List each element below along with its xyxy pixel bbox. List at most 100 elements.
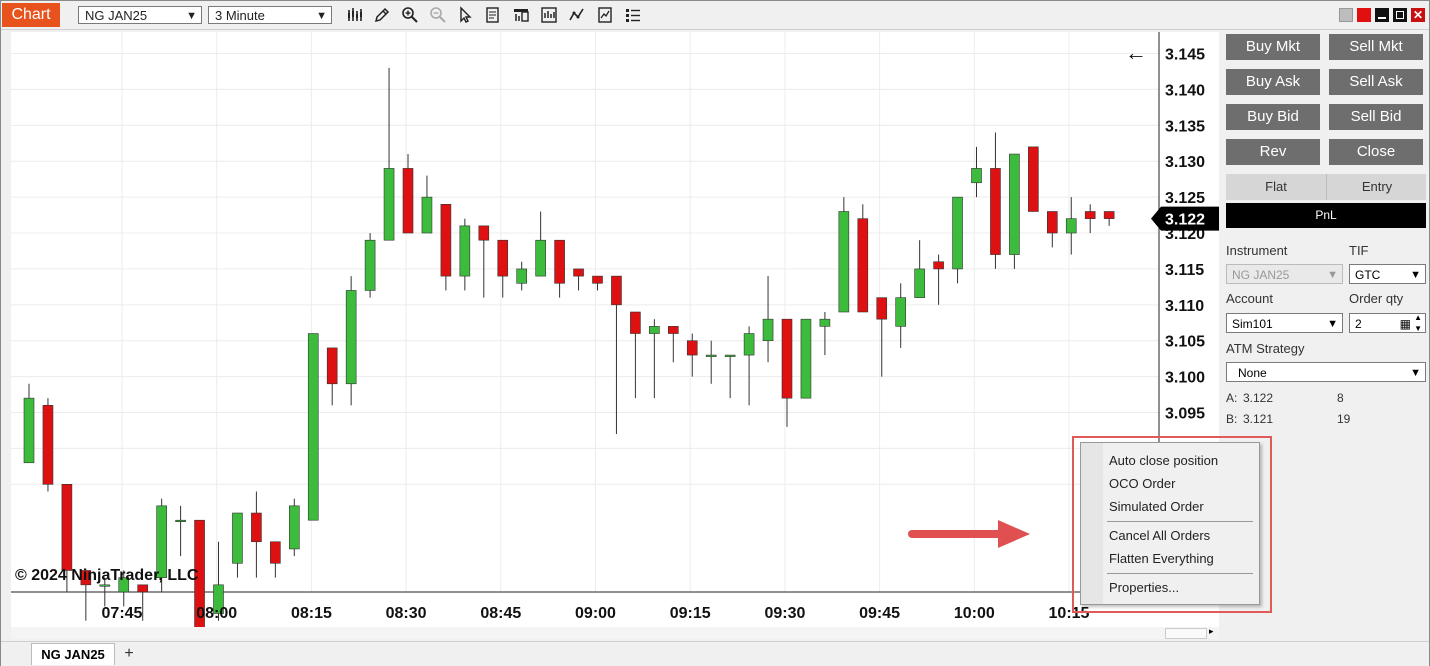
position-status: Flat xyxy=(1265,179,1287,194)
ask-price: 3.122 xyxy=(1243,391,1274,405)
last-price-label: 3.122 xyxy=(1165,212,1205,229)
candle-body xyxy=(1009,153,1020,255)
add-tab-button[interactable]: + xyxy=(119,643,139,665)
minimize-button[interactable] xyxy=(1375,8,1389,22)
chevron-down-icon: ▼ xyxy=(316,10,327,22)
candle-body xyxy=(137,584,148,593)
price-chart[interactable]: 3.1453.1403.1353.1303.1253.1203.1153.110… xyxy=(11,32,1219,627)
context-menu: Auto close position OCO Order Simulated … xyxy=(1080,442,1260,605)
close-button[interactable]: ✕ xyxy=(1411,8,1425,22)
candle-body xyxy=(402,168,414,234)
menu-item-properties[interactable]: Properties... xyxy=(1109,580,1179,595)
interval-select-value: 3 Minute xyxy=(215,8,265,23)
candle-body xyxy=(270,541,281,564)
candle-body xyxy=(459,225,471,277)
time-axis-label: 09:30 xyxy=(764,605,805,622)
panel-instrument-select[interactable]: NG JAN25 ▼ xyxy=(1226,264,1343,284)
candle-body xyxy=(364,239,376,291)
bid-price: 3.121 xyxy=(1243,412,1274,426)
atm-strategy-value: None xyxy=(1238,366,1267,380)
time-axis-label: 09:45 xyxy=(859,605,900,622)
instrument-link-button[interactable] xyxy=(1357,8,1371,22)
bid-label: B: xyxy=(1226,412,1238,426)
sell-bid-button[interactable]: Sell Bid xyxy=(1329,104,1423,130)
menu-separator xyxy=(1107,521,1253,522)
zoom-in-icon[interactable] xyxy=(401,6,419,24)
time-axis-label: 07:45 xyxy=(102,605,143,622)
menu-item-cancel-all-orders[interactable]: Cancel All Orders xyxy=(1109,528,1210,543)
menu-item-oco-order[interactable]: OCO Order xyxy=(1109,476,1175,491)
price-axis-label: 3.105 xyxy=(1165,334,1205,351)
templates-icon[interactable] xyxy=(596,6,614,24)
zoom-out-icon[interactable] xyxy=(429,6,447,24)
candle-body xyxy=(743,333,755,356)
menu-item-flatten-everything[interactable]: Flatten Everything xyxy=(1109,551,1214,566)
time-axis-label: 09:00 xyxy=(575,605,616,622)
position-row: Flat Entry xyxy=(1226,174,1426,200)
price-axis-label: 3.140 xyxy=(1165,82,1205,99)
candle-body xyxy=(933,261,944,270)
chart-title-tab[interactable]: Chart xyxy=(2,3,60,27)
time-axis-label: 09:15 xyxy=(670,605,711,622)
interval-select[interactable]: 3 Minute ▼ xyxy=(208,6,332,24)
back-arrow-icon[interactable]: ← xyxy=(1125,40,1147,66)
candle-body xyxy=(345,290,357,385)
candle-body xyxy=(288,505,300,550)
atm-strategy-select[interactable]: None ▼ xyxy=(1226,362,1426,382)
instrument-select[interactable]: NG JAN25 ▼ xyxy=(78,6,202,24)
data-box-icon[interactable] xyxy=(484,6,502,24)
account-select[interactable]: Sim101 ▼ xyxy=(1226,313,1343,333)
instrument-select-value: NG JAN25 xyxy=(85,8,148,23)
candle-body xyxy=(1047,211,1058,234)
sell-ask-button[interactable]: Sell Ask xyxy=(1329,69,1423,95)
tif-label: TIF xyxy=(1349,243,1369,258)
pnl-display: PnL xyxy=(1226,203,1426,228)
maximize-icon xyxy=(1396,11,1404,19)
candle-body xyxy=(705,354,717,357)
scroll-right-icon[interactable]: ▸ xyxy=(1209,626,1214,637)
qty-stepper-icon[interactable]: ▲ ▼ xyxy=(1414,312,1422,334)
tif-select[interactable]: GTC ▼ xyxy=(1349,264,1426,284)
candle-body xyxy=(895,297,907,327)
candle-body xyxy=(611,275,622,306)
tab-ng-jan25[interactable]: NG JAN25 xyxy=(31,643,115,665)
candle-body xyxy=(914,268,925,298)
properties-list-icon[interactable] xyxy=(624,6,642,24)
calculator-icon[interactable]: ▦ xyxy=(1400,314,1411,334)
sell-mkt-button[interactable]: Sell Mkt xyxy=(1329,34,1423,60)
indicators-icon[interactable] xyxy=(540,6,558,24)
bars-type-icon[interactable] xyxy=(346,6,364,24)
buy-bid-button[interactable]: Buy Bid xyxy=(1226,104,1320,130)
pencil-icon[interactable] xyxy=(373,6,391,24)
candle-body xyxy=(1028,146,1039,212)
menu-item-simulated-order[interactable]: Simulated Order xyxy=(1109,499,1204,514)
chart-trader-icon[interactable] xyxy=(512,6,530,24)
chart-window: Chart NG JAN25 ▼ 3 Minute ▼ ✕ 3.145 3.14… xyxy=(0,0,1430,666)
order-qty-value: 2 xyxy=(1355,317,1362,331)
candle-body xyxy=(383,168,395,241)
candle-body xyxy=(838,211,850,313)
menu-item-auto-close[interactable]: Auto close position xyxy=(1109,453,1218,468)
maximize-button[interactable] xyxy=(1393,8,1407,22)
candle-body xyxy=(1084,211,1096,219)
buy-ask-button[interactable]: Buy Ask xyxy=(1226,69,1320,95)
scrollbar-thumb[interactable] xyxy=(1165,628,1207,639)
candle-body xyxy=(857,218,869,313)
candle-body xyxy=(667,326,679,334)
strategies-icon[interactable] xyxy=(568,6,586,24)
reverse-button[interactable]: Rev xyxy=(1226,139,1320,165)
pointer-icon[interactable] xyxy=(456,6,474,24)
bid-size: 19 xyxy=(1337,412,1351,426)
candle-body xyxy=(686,340,698,356)
chart-panel[interactable]: 3.145 3.140 3.135 3.130 3.125 3.120 3.115 3.110… xyxy=(11,32,1219,627)
link-color-button[interactable] xyxy=(1339,8,1353,22)
horizontal-scrollbar[interactable]: ▸ xyxy=(11,626,1219,639)
tif-value: GTC xyxy=(1355,268,1381,282)
candle-body xyxy=(535,239,546,277)
candle-body xyxy=(724,354,736,357)
close-position-button[interactable]: Close xyxy=(1329,139,1423,165)
order-qty-input[interactable]: 2 ▦ ▲ ▼ xyxy=(1349,313,1426,333)
time-axis-label: 08:15 xyxy=(291,605,332,622)
buy-mkt-button[interactable]: Buy Mkt xyxy=(1226,34,1320,60)
candle-body xyxy=(800,318,812,399)
